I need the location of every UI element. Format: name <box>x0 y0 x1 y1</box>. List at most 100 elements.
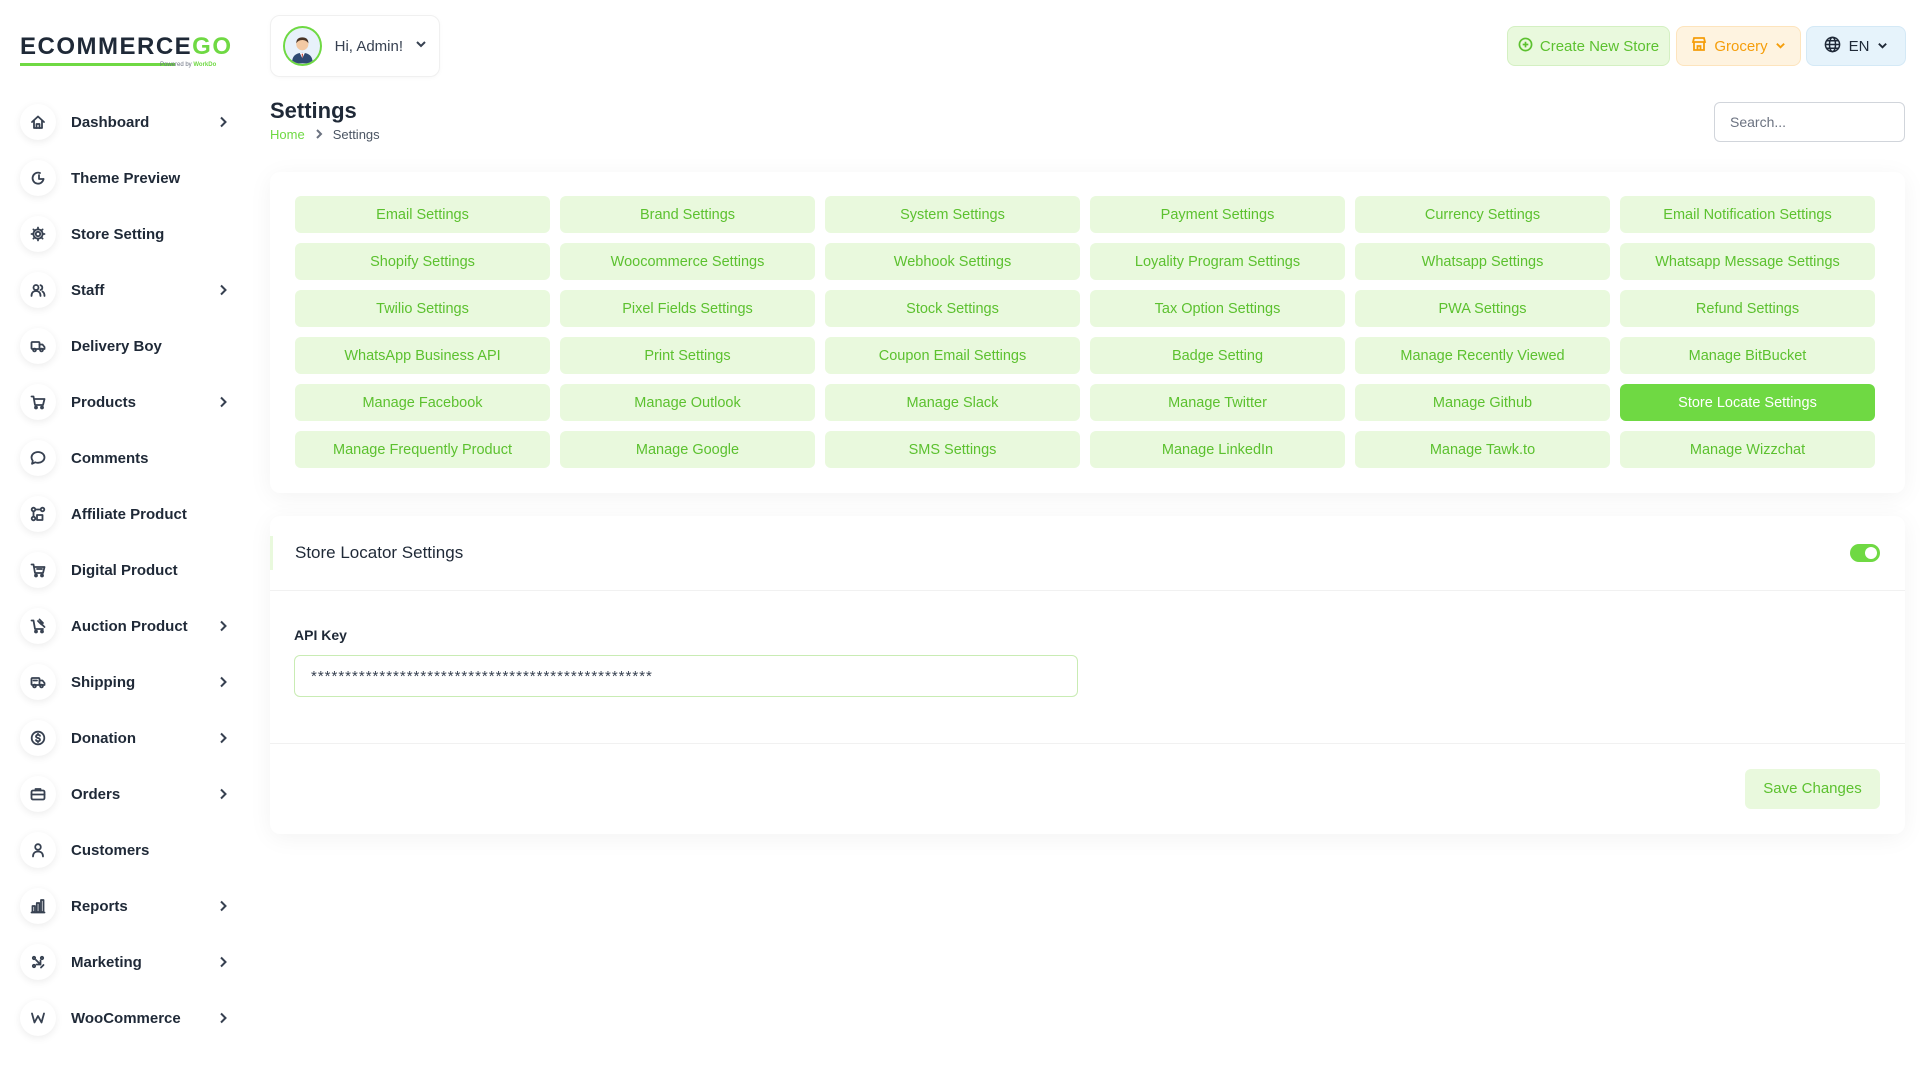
language-selector[interactable]: EN <box>1806 26 1906 66</box>
tab-refund-settings[interactable]: Refund Settings <box>1620 290 1875 327</box>
tab-system-settings[interactable]: System Settings <box>825 196 1080 233</box>
briefcase-icon <box>20 776 56 812</box>
chevron-right-icon <box>216 283 230 297</box>
language-label: EN <box>1848 37 1870 55</box>
sidebar-item-label: Auction Product <box>71 617 188 635</box>
chevron-right-icon <box>314 127 324 142</box>
tab-woocommerce-settings[interactable]: Woocommerce Settings <box>560 243 815 280</box>
tab-manage-frequently-product[interactable]: Manage Frequently Product <box>295 431 550 468</box>
sidebar-item-staff[interactable]: Staff <box>20 268 230 312</box>
store-selector[interactable]: Grocery <box>1676 26 1801 66</box>
logo-subtitle: Powered by WorkDo <box>160 62 217 68</box>
sidebar-item-woocommerce[interactable]: WooCommerce <box>20 996 230 1040</box>
api-key-input[interactable] <box>294 655 1078 697</box>
store-locator-footer: Save Changes <box>270 744 1905 833</box>
sidebar-item-customers[interactable]: Customers <box>20 828 230 872</box>
sidebar-item-affiliate-product[interactable]: Affiliate Product <box>20 492 230 536</box>
tab-tax-option-settings[interactable]: Tax Option Settings <box>1090 290 1345 327</box>
home-icon <box>20 104 56 140</box>
api-key-label: API Key <box>294 627 347 643</box>
sidebar-item-orders[interactable]: Orders <box>20 772 230 816</box>
tab-store-locate-settings[interactable]: Store Locate Settings <box>1620 384 1875 421</box>
sidebar-item-comments[interactable]: Comments <box>20 436 230 480</box>
logo-accent-text: GO <box>192 33 233 60</box>
tab-brand-settings[interactable]: Brand Settings <box>560 196 815 233</box>
store-locator-body: API Key <box>270 591 1905 744</box>
tab-sms-settings[interactable]: SMS Settings <box>825 431 1080 468</box>
tab-stock-settings[interactable]: Stock Settings <box>825 290 1080 327</box>
tab-currency-settings[interactable]: Currency Settings <box>1355 196 1610 233</box>
sidebar-item-label: Theme Preview <box>71 169 181 187</box>
chevron-right-icon <box>216 675 230 689</box>
sidebar-item-digital-product[interactable]: Digital Product <box>20 548 230 592</box>
admin-avatar-icon <box>285 28 320 64</box>
tab-manage-recently-viewed[interactable]: Manage Recently Viewed <box>1355 337 1610 374</box>
tab-webhook-settings[interactable]: Webhook Settings <box>825 243 1080 280</box>
store-locator-toggle[interactable] <box>1850 544 1880 562</box>
tab-manage-github[interactable]: Manage Github <box>1355 384 1610 421</box>
sidebar-item-marketing[interactable]: Marketing <box>20 940 230 984</box>
tab-pwa-settings[interactable]: PWA Settings <box>1355 290 1610 327</box>
chevron-down-icon <box>1775 38 1786 55</box>
sidebar-item-dashboard[interactable]: Dashboard <box>20 100 230 144</box>
tab-whatsapp-settings[interactable]: Whatsapp Settings <box>1355 243 1610 280</box>
tab-manage-tawk-to[interactable]: Manage Tawk.to <box>1355 431 1610 468</box>
user-menu[interactable]: Hi, Admin! <box>270 15 440 77</box>
sidebar-item-products[interactable]: Products <box>20 380 230 424</box>
chat-icon <box>20 440 56 476</box>
plus-circle-icon <box>1518 37 1533 56</box>
globe-icon <box>1824 36 1841 57</box>
sidebar-item-donation[interactable]: Donation <box>20 716 230 760</box>
tab-manage-bitbucket[interactable]: Manage BitBucket <box>1620 337 1875 374</box>
user-icon <box>20 832 56 868</box>
tab-coupon-email-settings[interactable]: Coupon Email Settings <box>825 337 1080 374</box>
create-new-store-button[interactable]: Create New Store <box>1507 26 1670 66</box>
tab-print-settings[interactable]: Print Settings <box>560 337 815 374</box>
tab-manage-facebook[interactable]: Manage Facebook <box>295 384 550 421</box>
sidebar-item-label: Digital Product <box>71 561 178 579</box>
store-icon <box>1691 36 1707 56</box>
tab-manage-wizzchat[interactable]: Manage Wizzchat <box>1620 431 1875 468</box>
tab-manage-outlook[interactable]: Manage Outlook <box>560 384 815 421</box>
tab-pixel-fields-settings[interactable]: Pixel Fields Settings <box>560 290 815 327</box>
tab-manage-linkedin[interactable]: Manage LinkedIn <box>1090 431 1345 468</box>
sidebar-item-delivery-boy[interactable]: Delivery Boy <box>20 324 230 368</box>
tab-shopify-settings[interactable]: Shopify Settings <box>295 243 550 280</box>
sidebar-item-label: Dashboard <box>71 113 150 131</box>
woocommerce-icon <box>20 1000 56 1036</box>
palette-icon <box>20 160 56 196</box>
tab-whatsapp-message-settings[interactable]: Whatsapp Message Settings <box>1620 243 1875 280</box>
chevron-right-icon <box>216 1011 230 1025</box>
tab-payment-settings[interactable]: Payment Settings <box>1090 196 1345 233</box>
tab-loyality-program-settings[interactable]: Loyality Program Settings <box>1090 243 1345 280</box>
tab-email-settings[interactable]: Email Settings <box>295 196 550 233</box>
sidebar-item-auction-product[interactable]: Auction Product <box>20 604 230 648</box>
search-input[interactable] <box>1714 102 1905 142</box>
tab-badge-setting[interactable]: Badge Setting <box>1090 337 1345 374</box>
tab-manage-twitter[interactable]: Manage Twitter <box>1090 384 1345 421</box>
chevron-right-icon <box>216 787 230 801</box>
store-locator-header: Store Locator Settings <box>270 516 1905 591</box>
sidebar-item-theme-preview[interactable]: Theme Preview <box>20 156 230 200</box>
sidebar-item-label: Orders <box>71 785 121 803</box>
digital-cart-icon <box>20 552 56 588</box>
tab-twilio-settings[interactable]: Twilio Settings <box>295 290 550 327</box>
sidebar-item-label: WooCommerce <box>71 1009 181 1027</box>
sidebar-item-reports[interactable]: Reports <box>20 884 230 928</box>
chevron-right-icon <box>216 115 230 129</box>
tab-manage-slack[interactable]: Manage Slack <box>825 384 1080 421</box>
sidebar-item-label: Affiliate Product <box>71 505 187 523</box>
sidebar-item-store-setting[interactable]: Store Setting <box>20 212 230 256</box>
tab-whatsapp-business-api[interactable]: WhatsApp Business API <box>295 337 550 374</box>
settings-tabs-grid: Email Settings Brand Settings System Setti… <box>295 196 1880 468</box>
breadcrumb-home-link[interactable]: Home <box>270 127 305 142</box>
save-changes-button[interactable]: Save Changes <box>1745 768 1880 809</box>
users-icon <box>20 272 56 308</box>
tab-manage-google[interactable]: Manage Google <box>560 431 815 468</box>
sidebar-item-shipping[interactable]: Shipping <box>20 660 230 704</box>
sidebar-item-label: Marketing <box>71 953 142 971</box>
chevron-down-icon <box>415 37 427 55</box>
brand-logo[interactable]: ECOMMERCEGO Powered by WorkDo <box>20 32 231 72</box>
store-locator-card: Store Locator Settings API Key Save Chan… <box>270 516 1905 834</box>
tab-email-notification-settings[interactable]: Email Notification Settings <box>1620 196 1875 233</box>
